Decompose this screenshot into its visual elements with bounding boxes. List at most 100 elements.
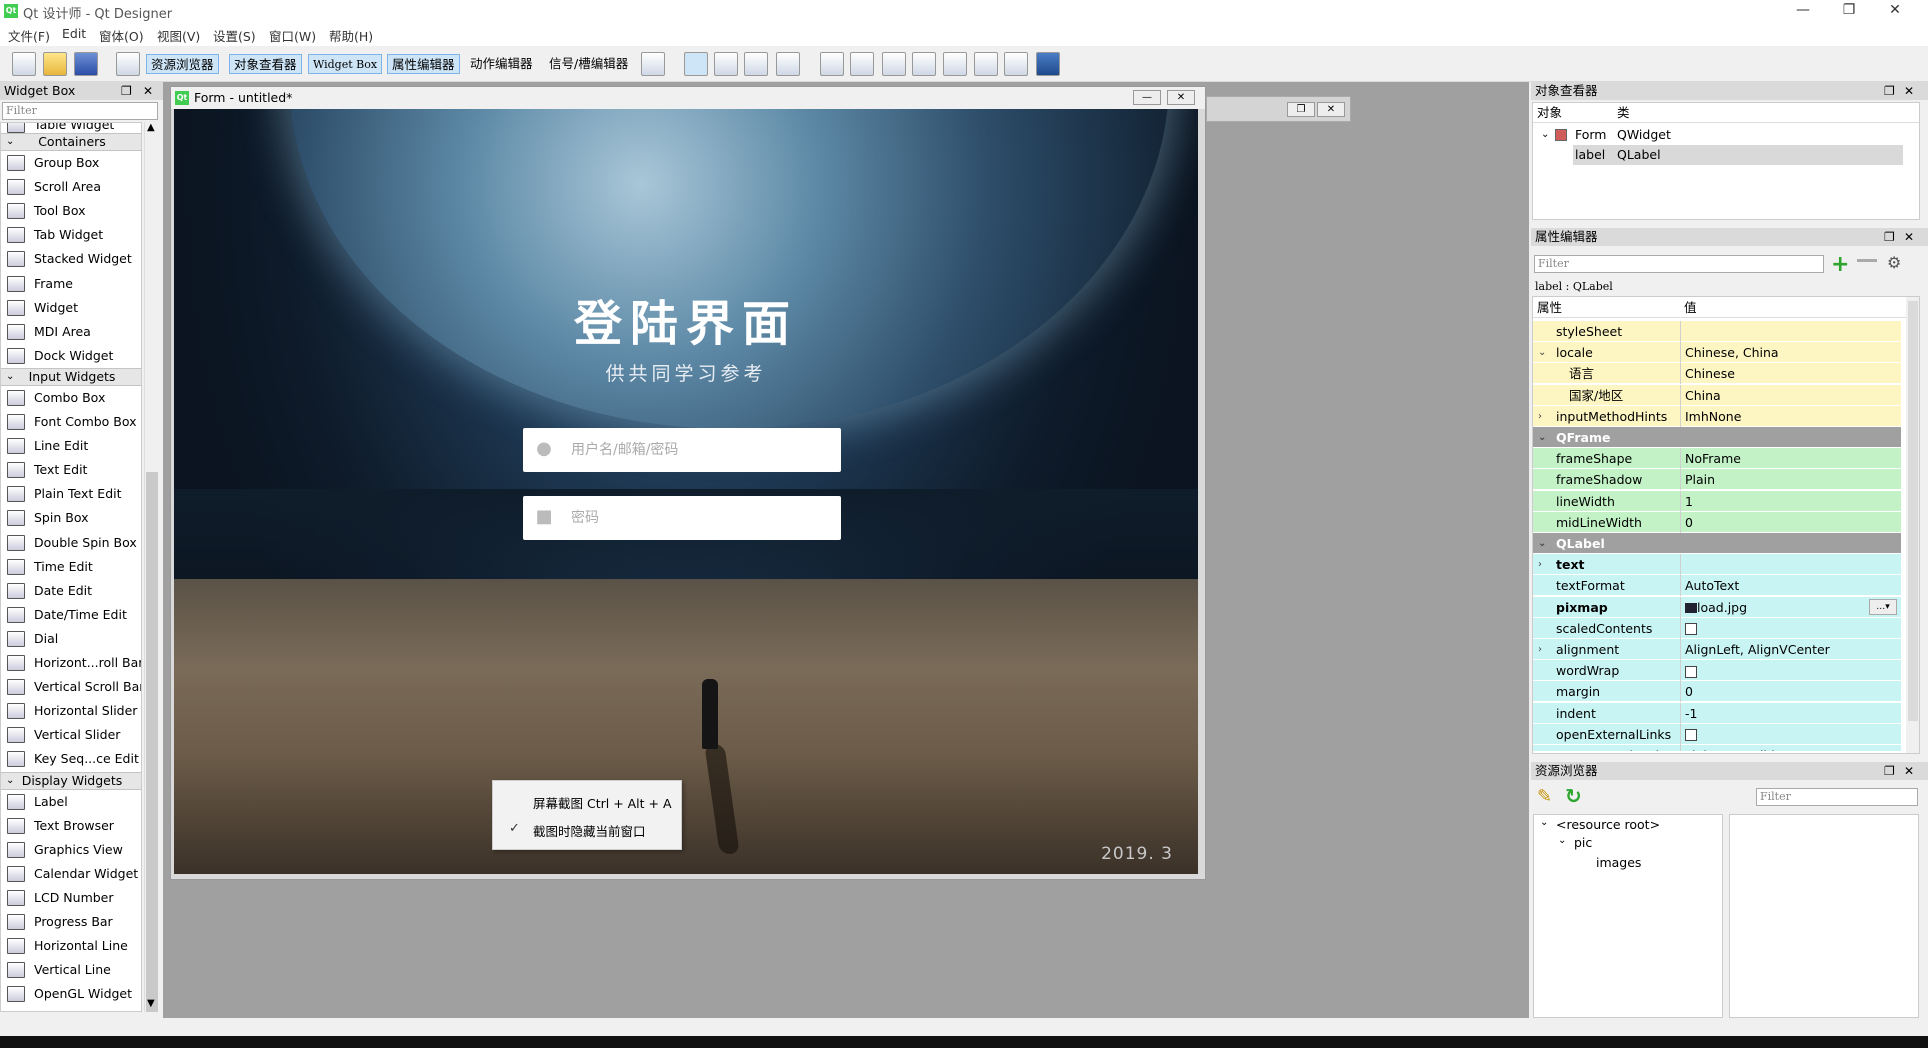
property-row[interactable]: wordWrap	[1533, 660, 1901, 682]
add-property-icon[interactable]: +	[1831, 252, 1849, 277]
property-row[interactable]: frameShadow Plain	[1533, 469, 1901, 491]
new-file-icon[interactable]	[12, 52, 36, 76]
tab-widget-box[interactable]: Widget Box	[308, 54, 383, 74]
property-value[interactable]: 0	[1680, 681, 1901, 703]
save-icon[interactable]	[74, 52, 98, 76]
property-value[interactable]	[1680, 554, 1901, 576]
widget-item[interactable]: Date Edit	[1, 579, 141, 603]
menu-item-screenshot[interactable]: 屏幕截图 Ctrl + Alt + A	[533, 793, 672, 812]
tab-resource-browser[interactable]: 资源浏览器	[146, 54, 219, 74]
property-row[interactable]: textFormat AutoText	[1533, 575, 1901, 597]
reload-icon[interactable]: ↻	[1565, 784, 1582, 808]
checkbox[interactable]	[1685, 729, 1697, 742]
form-window[interactable]: Qt Form - untitled* — ✕ 登陆界面 供共同学习参考 ● 用…	[170, 86, 1206, 880]
form-minimize-icon[interactable]: —	[1133, 90, 1161, 105]
float-dock-icon[interactable]: ❐	[1884, 82, 1895, 100]
property-value[interactable]: LinksAccessibleByMouse	[1680, 745, 1901, 751]
close-dock-icon[interactable]: ✕	[143, 82, 153, 100]
property-value[interactable]: 0	[1680, 511, 1901, 533]
property-value[interactable]	[1680, 660, 1901, 682]
widget-filter-input[interactable]: Filter	[2, 102, 158, 120]
tab-action-editor[interactable]: 动作编辑器	[466, 54, 537, 74]
property-row[interactable]: › text	[1533, 554, 1901, 576]
resource-root[interactable]: <resource root>	[1556, 817, 1660, 832]
menu-help[interactable]: 帮助(H)	[329, 26, 373, 45]
menu-form[interactable]: 窗体(O)	[99, 26, 144, 45]
edit-buddies-icon[interactable]	[744, 52, 768, 76]
property-value[interactable]: 1	[1680, 490, 1901, 512]
widget-item[interactable]: Widget	[1, 296, 141, 320]
widget-category-containers[interactable]: ⌄ Containers	[1, 133, 141, 151]
property-section[interactable]: ⌄ QFrame	[1533, 427, 1901, 448]
property-value[interactable]: AutoText	[1680, 575, 1901, 597]
second-form-window[interactable]: ❐ ✕	[1206, 96, 1351, 122]
widget-item[interactable]: LCD Number	[1, 886, 141, 910]
property-row[interactable]: margin 0	[1533, 681, 1901, 703]
resource-images[interactable]: images	[1596, 855, 1641, 870]
property-value[interactable]: China	[1680, 384, 1901, 406]
adjust-size-icon[interactable]	[1036, 52, 1060, 76]
property-row[interactable]: pixmap load.jpg …▾	[1533, 596, 1901, 618]
property-row[interactable]: openExternalLinks	[1533, 723, 1901, 745]
tree-row-form[interactable]: ⌄ Form QWidget	[1533, 125, 1903, 145]
widget-item[interactable]: Vertical Scroll Bar	[1, 675, 141, 699]
widget-item[interactable]: Progress Bar	[1, 910, 141, 934]
widget-item[interactable]: OpenGL Widget	[1, 982, 141, 1006]
edit-resources-icon[interactable]: ✎	[1537, 786, 1552, 807]
widget-item[interactable]: Double Spin Box	[1, 531, 141, 555]
property-filter-input[interactable]: Filter	[1534, 255, 1824, 273]
property-section[interactable]: ⌄ QLabel	[1533, 533, 1901, 554]
expand-icon[interactable]: ⌄	[1538, 427, 1546, 448]
restore-icon[interactable]: ❐	[1287, 102, 1315, 117]
widget-item[interactable]: Horizontal Line	[1, 934, 141, 958]
property-row[interactable]: lineWidth 1	[1533, 490, 1901, 512]
tree-row-label[interactable]: label QLabel	[1573, 145, 1903, 165]
expand-icon[interactable]: ⌄	[1538, 533, 1546, 554]
menu-item-hide-window[interactable]: 截图时隐藏当前窗口	[533, 821, 646, 840]
property-row[interactable]: ⌄ locale Chinese, China	[1533, 342, 1901, 364]
window-icon[interactable]	[116, 52, 140, 76]
widget-item[interactable]: Calendar Widget	[1, 862, 141, 886]
widget-item[interactable]: Frame	[1, 272, 141, 296]
float-dock-icon[interactable]: ❐	[1884, 762, 1895, 780]
property-row[interactable]: 语言 Chinese	[1533, 363, 1901, 385]
property-value[interactable]: NoFrame	[1680, 448, 1901, 470]
layout-grid-icon[interactable]	[943, 52, 967, 76]
widget-item[interactable]: Label	[1, 790, 141, 814]
float-dock-icon[interactable]: ❐	[121, 82, 132, 100]
menu-file[interactable]: 文件(F)	[8, 26, 50, 45]
widget-item[interactable]: Tab Widget	[1, 223, 141, 247]
widget-item[interactable]: MDI Area	[1, 320, 141, 344]
layout-h-splitter-icon[interactable]	[882, 52, 906, 76]
expand-icon[interactable]: ›	[1538, 554, 1542, 575]
property-row[interactable]: textInteractionFlagsLinksAccessibleByMou…	[1533, 745, 1901, 751]
menu-view[interactable]: 视图(V)	[157, 26, 200, 45]
property-value[interactable]: Chinese, China	[1680, 342, 1901, 364]
menu-window[interactable]: 窗口(W)	[269, 26, 316, 45]
widget-item[interactable]: Spin Box	[1, 506, 141, 530]
widget-item[interactable]: Text Browser	[1, 814, 141, 838]
property-value[interactable]: load.jpg …▾	[1680, 596, 1901, 618]
close-dock-icon[interactable]: ✕	[1904, 762, 1914, 780]
edit-signals-icon[interactable]	[714, 52, 738, 76]
tab-property-editor[interactable]: 属性编辑器	[387, 54, 460, 74]
property-value[interactable]: Chinese	[1680, 363, 1901, 385]
expand-icon[interactable]: ⌄	[1538, 342, 1546, 363]
widget-item[interactable]: Vertical Slider	[1, 723, 141, 747]
property-value[interactable]	[1680, 617, 1901, 639]
property-row[interactable]: › alignment AlignLeft, AlignVCenter	[1533, 639, 1901, 660]
layout-horizontal-icon[interactable]	[820, 52, 844, 76]
widget-item[interactable]: Key Seq...ce Edit	[1, 747, 141, 771]
float-dock-icon[interactable]: ❐	[1884, 228, 1895, 246]
remove-property-icon[interactable]	[1857, 259, 1877, 262]
collapse-arrow-icon[interactable]: ⌄	[6, 134, 14, 150]
tab-signal-slot-editor[interactable]: 信号/槽编辑器	[545, 54, 632, 74]
checkbox[interactable]	[1685, 623, 1697, 636]
scroll-thumb[interactable]	[1908, 301, 1918, 721]
widget-category-input-widgets[interactable]: ⌄ Input Widgets	[1, 367, 141, 386]
widget-item[interactable]: Horizontal Slider	[1, 699, 141, 723]
widget-item[interactable]: Scroll Area	[1, 175, 141, 199]
widget-item[interactable]: Font Combo Box	[1, 410, 141, 434]
property-row[interactable]: indent -1	[1533, 702, 1901, 724]
close-button[interactable]: ✕	[1872, 0, 1918, 22]
